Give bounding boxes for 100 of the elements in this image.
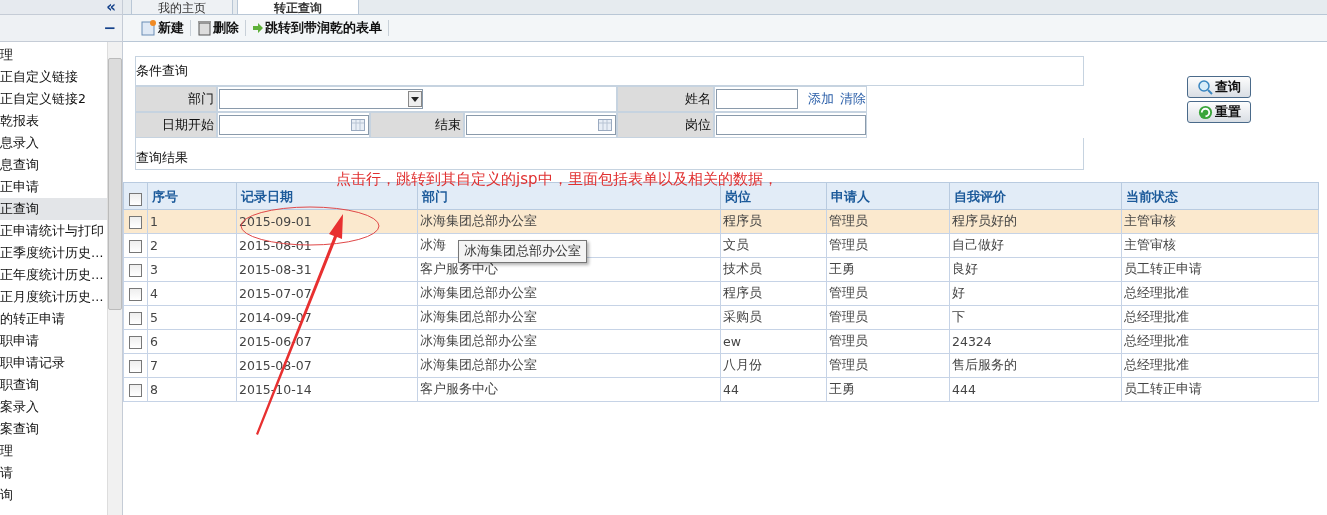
arrow-right-icon [252,22,264,34]
table-cell: 程序员好的 [949,209,1122,234]
nav-item[interactable]: 理 [0,44,107,66]
table-cell: 管理员 [826,353,950,378]
clear-link[interactable]: 清除 [840,90,866,108]
search-icon [1197,79,1213,95]
new-button[interactable]: 新建 [135,20,191,36]
table-row[interactable]: 3 2015-08-31 客户服务中心 技术员 王勇 良好 员工转正申请 [123,257,1319,282]
table-cell: 冰海集团总部办公室 [417,305,721,330]
table-cell: 24324 [949,329,1122,354]
nav-item[interactable]: 职申请记录 [0,352,107,374]
row-checkbox[interactable] [129,240,142,253]
table-cell: 总经理批准 [1121,305,1319,330]
nav-item[interactable]: 正查询 [0,198,107,220]
nav-item[interactable]: 案查询 [0,418,107,440]
table-cell: 八月份 [720,353,827,378]
column-header: 当前状态 [1121,182,1319,210]
table-cell: 管理员 [826,329,950,354]
table-cell: 总经理批准 [1121,353,1319,378]
table-cell: 冰海集团总部办公室 [417,209,721,234]
annotation-text: 点击行，跳转到其自定义的jsp中，里面包括表单以及相关的数据， [336,171,778,188]
tab[interactable]: 我的主页 [131,0,233,14]
table-cell: 良好 [949,257,1122,282]
table-cell: 2 [147,233,237,258]
column-header: 申请人 [826,182,950,210]
table-row[interactable]: 1 2015-09-01 冰海集团总部办公室 程序员 管理员 程序员好的 主管审核 [123,209,1319,234]
table-cell: 程序员 [720,209,827,234]
nav-item[interactable]: 理 [0,440,107,462]
jump-button[interactable]: 跳转到带润乾的表单 [246,20,389,36]
reset-button[interactable]: 重置 [1187,101,1251,123]
nav-item[interactable]: 职查询 [0,374,107,396]
table-cell: 管理员 [826,305,950,330]
tab[interactable]: 转正查询 [237,0,359,14]
table-row[interactable]: 4 2015-07-07 冰海集团总部办公室 程序员 管理员 好 总经理批准 [123,281,1319,306]
nav-item[interactable]: 正申请 [0,176,107,198]
collapse-button[interactable]: « [106,0,116,15]
nav-item[interactable]: 请 [0,462,107,484]
nav-item[interactable]: 乾报表 [0,110,107,132]
nav-item[interactable]: 询 [0,484,107,506]
table-cell: 冰海集团总部办公室 [417,281,721,306]
table-cell: 44 [720,377,827,402]
trash-icon [197,20,212,36]
row-checkbox[interactable] [129,312,142,325]
table-cell: ew [720,329,827,354]
column-header: 自我评价 [949,182,1122,210]
caret-icon [408,91,422,107]
nav-item[interactable]: 正自定义链接 [0,66,107,88]
nav-item[interactable]: 息录入 [0,132,107,154]
table-cell: 管理员 [826,233,950,258]
nav-item[interactable]: 案录入 [0,396,107,418]
nav-item[interactable]: 正申请统计与打印 [0,220,107,242]
table-cell: 6 [147,329,237,354]
nav-item[interactable]: 正年度统计历史… [0,264,107,286]
table-cell: 总经理批准 [1121,281,1319,306]
table-cell: 4 [147,281,237,306]
delete-button[interactable]: 删除 [191,20,246,36]
table-cell: 3 [147,257,237,282]
search-button[interactable]: 查询 [1187,76,1251,98]
row-checkbox[interactable] [129,216,142,229]
table-cell: 444 [949,377,1122,402]
table-cell: 王勇 [826,377,950,402]
table-cell: 下 [949,305,1122,330]
refresh-icon [1197,104,1213,120]
field-label: 姓名 [617,86,714,112]
row-checkbox[interactable] [129,264,142,277]
table-cell: 售后服务的 [949,353,1122,378]
nav-item[interactable]: 职申请 [0,330,107,352]
table-cell: 8 [147,377,237,402]
table-cell: 1 [147,209,237,234]
nav-item[interactable]: 正自定义链接2 [0,88,107,110]
section-title: 条件查询 [135,56,1084,86]
nav-item[interactable]: 息查询 [0,154,107,176]
section-title: 查询结果 [136,150,188,167]
nav-item[interactable]: 正月度统计历史… [0,286,107,308]
nav-item[interactable]: 的转正申请 [0,308,107,330]
nav-item[interactable]: 正季度统计历史… [0,242,107,264]
field-label: 岗位 [617,112,714,138]
scrollbar[interactable] [107,42,122,515]
table-cell: 技术员 [720,257,827,282]
row-checkbox[interactable] [129,336,142,349]
field-label: 部门 [135,86,217,112]
field-label: 日期开始 [135,112,217,138]
table-cell: 冰海集团总部办公室 [417,353,721,378]
table-cell: 冰海集团总部办公室 [417,329,721,354]
column-header: 序号 [147,182,237,210]
table-cell: 总经理批准 [1121,329,1319,354]
field-label: 结束 [370,112,464,138]
table-cell: 好 [949,281,1122,306]
table-cell: 7 [147,353,237,378]
department-select[interactable] [219,89,423,109]
table-cell: 管理员 [826,281,950,306]
table-cell: 自己做好 [949,233,1122,258]
select-all-checkbox[interactable] [129,193,142,206]
minimize-button[interactable]: − [103,20,116,36]
row-checkbox[interactable] [129,384,142,397]
add-link[interactable]: 添加 [808,90,834,108]
row-checkbox[interactable] [129,360,142,373]
row-checkbox[interactable] [129,288,142,301]
table-cell: 5 [147,305,237,330]
name-field[interactable] [716,89,798,109]
